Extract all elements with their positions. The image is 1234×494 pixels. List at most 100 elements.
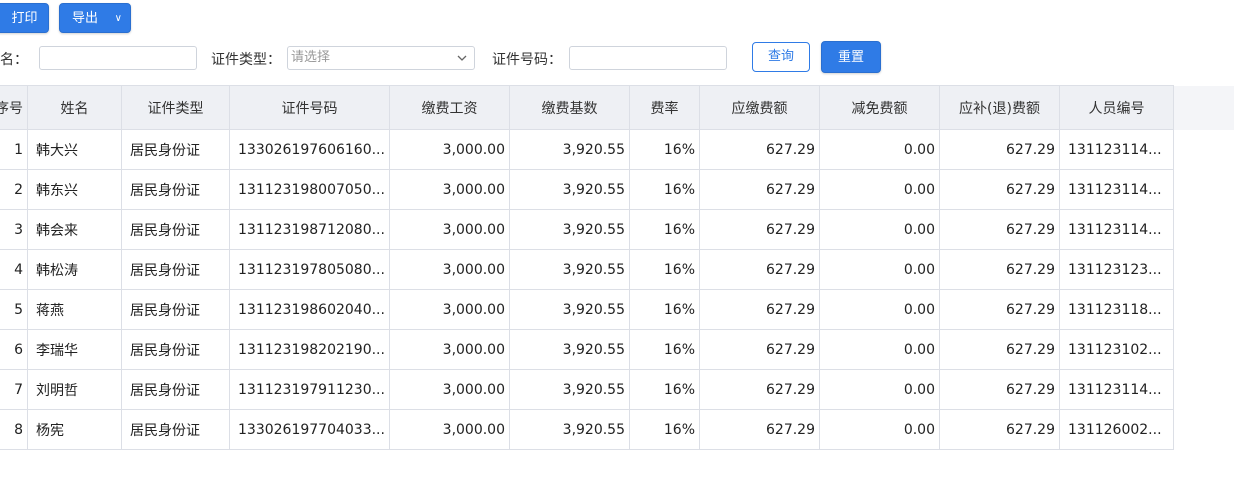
cell-col-personid: 131123114... <box>1059 169 1174 210</box>
cell-col-idno: 133026197606160... <box>229 129 390 170</box>
cell-col-wage: 3,000.00 <box>389 129 510 170</box>
cell-col-idno: 131123198202190... <box>229 329 390 370</box>
table-row[interactable]: 5 蒋燕 居民身份证 131123198602040... 3,000.00 3,920.… <box>0 289 1174 330</box>
cell-col-seq: 2 <box>0 169 28 210</box>
query-button[interactable]: 查询 <box>752 42 810 72</box>
cell-col-adjust: 627.29 <box>939 249 1060 290</box>
cell-col-seq: 5 <box>0 289 28 330</box>
cell-col-relief: 0.00 <box>819 249 940 290</box>
idtype-label: 证件类型： <box>211 52 281 68</box>
cell-col-idno: 131123198007050... <box>229 169 390 210</box>
cell-col-rate: 16% <box>629 329 700 370</box>
header-col-adjust[interactable]: 应补(退)费额 <box>939 85 1060 130</box>
cell-col-personid: 131123114... <box>1059 209 1174 250</box>
idno-input[interactable] <box>573 47 726 69</box>
cell-col-name: 韩大兴 <box>27 129 122 170</box>
cell-col-personid: 131123114... <box>1059 129 1174 170</box>
cell-col-rate: 16% <box>629 249 700 290</box>
header-col-relief[interactable]: 减免费额 <box>819 85 940 130</box>
table-row[interactable]: 4 韩松涛 居民身份证 131123197805080... 3,000.00 3,920… <box>0 249 1174 290</box>
cell-col-relief: 0.00 <box>819 129 940 170</box>
cell-col-idno: 131123197805080... <box>229 249 390 290</box>
header-col-seq[interactable]: 序号 <box>0 85 28 130</box>
table-row[interactable]: 7 刘明哲 居民身份证 131123197911230... 3,000.00 3,920… <box>0 369 1174 410</box>
idno-label: 证件号码： <box>492 52 562 68</box>
header-col-idtype[interactable]: 证件类型 <box>121 85 230 130</box>
cell-col-personid: 131123114... <box>1059 369 1174 410</box>
cell-col-rate: 16% <box>629 129 700 170</box>
cell-col-relief: 0.00 <box>819 329 940 370</box>
idno-input-box[interactable] <box>569 46 727 70</box>
cell-col-base: 3,920.55 <box>509 369 630 410</box>
table-row[interactable]: 3 韩会来 居民身份证 131123198712080... 3,000.00 3,920… <box>0 209 1174 250</box>
cell-col-idno: 131123197911230... <box>229 369 390 410</box>
cell-col-idtype: 居民身份证 <box>121 289 230 330</box>
cell-col-base: 3,920.55 <box>509 289 630 330</box>
cell-col-adjust: 627.29 <box>939 289 1060 330</box>
header-col-name[interactable]: 姓名 <box>27 85 122 130</box>
table-row[interactable]: 2 韩东兴 居民身份证 131123198007050... 3,000.00 3,920… <box>0 169 1174 210</box>
cell-col-idtype: 居民身份证 <box>121 209 230 250</box>
header-col-idno[interactable]: 证件号码 <box>229 85 390 130</box>
name-input-box[interactable] <box>39 46 197 70</box>
header-col-rate[interactable]: 费率 <box>629 85 700 130</box>
chevron-down-icon <box>457 55 467 61</box>
table-header-row: 序号姓名证件类型证件号码缴费工资缴费基数费率应缴费额减免费额应补(退)费额人员编… <box>0 85 1174 130</box>
cell-col-personid: 131123118... <box>1059 289 1174 330</box>
cell-col-rate: 16% <box>629 169 700 210</box>
table-row[interactable]: 8 杨宪 居民身份证 133026197704033... 3,000.00 3,920.… <box>0 409 1174 450</box>
print-button[interactable]: 打印 <box>0 3 49 33</box>
cell-col-seq: 4 <box>0 249 28 290</box>
cell-col-relief: 0.00 <box>819 409 940 450</box>
data-table: 序号姓名证件类型证件号码缴费工资缴费基数费率应缴费额减免费额应补(退)费额人员编… <box>0 85 1174 450</box>
name-label: 姓名： <box>0 52 28 68</box>
cell-col-name: 韩东兴 <box>27 169 122 210</box>
cell-col-name: 李瑞华 <box>27 329 122 370</box>
table-row[interactable]: 6 李瑞华 居民身份证 131123198202190... 3,000.00 3,920… <box>0 329 1174 370</box>
table-row[interactable]: 1 韩大兴 居民身份证 133026197606160... 3,000.00 3,920… <box>0 129 1174 170</box>
export-dropdown-button[interactable]: 导出 ∨ <box>59 3 131 33</box>
cell-col-adjust: 627.29 <box>939 169 1060 210</box>
reset-button[interactable]: 重置 <box>821 41 881 73</box>
header-col-personid[interactable]: 人员编号 <box>1059 85 1174 130</box>
cell-col-adjust: 627.29 <box>939 129 1060 170</box>
cell-col-adjust: 627.29 <box>939 409 1060 450</box>
cell-col-seq: 6 <box>0 329 28 370</box>
cell-col-rate: 16% <box>629 369 700 410</box>
cell-col-base: 3,920.55 <box>509 209 630 250</box>
cell-col-due: 627.29 <box>699 329 820 370</box>
idtype-placeholder: 请选择 <box>291 50 331 65</box>
cell-col-relief: 0.00 <box>819 209 940 250</box>
cell-col-idtype: 居民身份证 <box>121 369 230 410</box>
idtype-select[interactable]: 请选择 <box>287 46 475 70</box>
cell-col-idno: 133026197704033... <box>229 409 390 450</box>
cell-col-relief: 0.00 <box>819 289 940 330</box>
cell-col-name: 韩会来 <box>27 209 122 250</box>
chevron-down-icon: ∨ <box>114 13 122 24</box>
cell-col-due: 627.29 <box>699 129 820 170</box>
cell-col-due: 627.29 <box>699 289 820 330</box>
cell-col-idtype: 居民身份证 <box>121 329 230 370</box>
cell-col-wage: 3,000.00 <box>389 209 510 250</box>
cell-col-wage: 3,000.00 <box>389 289 510 330</box>
cell-col-due: 627.29 <box>699 249 820 290</box>
cell-col-seq: 1 <box>0 129 28 170</box>
cell-col-idtype: 居民身份证 <box>121 169 230 210</box>
cell-col-due: 627.29 <box>699 369 820 410</box>
cell-col-base: 3,920.55 <box>509 129 630 170</box>
cell-col-rate: 16% <box>629 209 700 250</box>
cell-col-rate: 16% <box>629 289 700 330</box>
export-label: 导出 <box>72 11 99 26</box>
cell-col-wage: 3,000.00 <box>389 329 510 370</box>
cell-col-base: 3,920.55 <box>509 249 630 290</box>
cell-col-relief: 0.00 <box>819 169 940 210</box>
cell-col-idno: 131123198602040... <box>229 289 390 330</box>
header-col-base[interactable]: 缴费基数 <box>509 85 630 130</box>
cell-col-idtype: 居民身份证 <box>121 129 230 170</box>
header-filler <box>1173 86 1234 130</box>
cell-col-wage: 3,000.00 <box>389 409 510 450</box>
header-col-due[interactable]: 应缴费额 <box>699 85 820 130</box>
header-col-wage[interactable]: 缴费工资 <box>389 85 510 130</box>
name-input[interactable] <box>43 47 196 69</box>
cell-col-due: 627.29 <box>699 409 820 450</box>
